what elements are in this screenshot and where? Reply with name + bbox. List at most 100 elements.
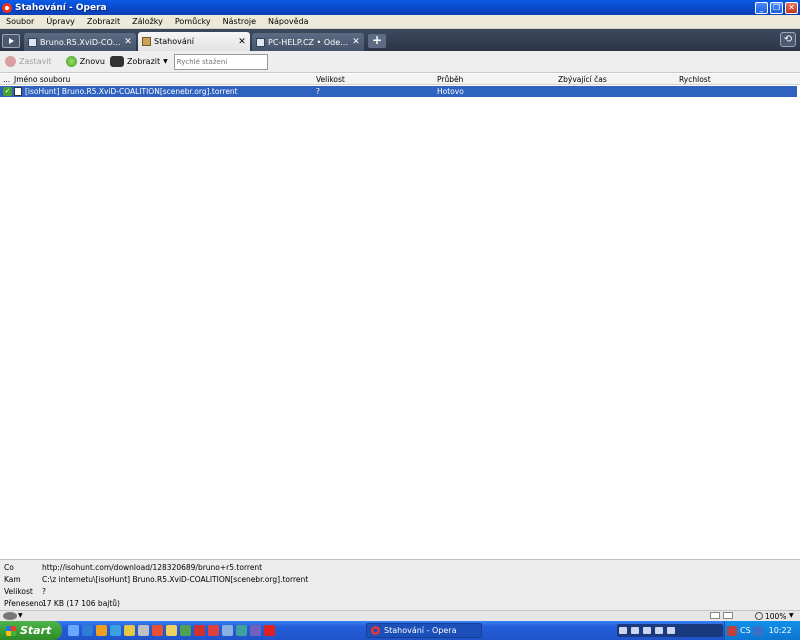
app-icon[interactable]	[222, 625, 233, 636]
explorer-icon[interactable]	[166, 625, 177, 636]
messenger-icon[interactable]	[110, 625, 121, 636]
table-header: ... Jméno souboru Velikost Průběh Zbývaj…	[0, 74, 800, 85]
menu-bar: Soubor Úpravy Zobrazit Záložky Pomůcky N…	[0, 15, 800, 29]
close-tab-icon[interactable]: ✕	[124, 37, 132, 47]
chevron-down-icon: ▼	[163, 58, 168, 65]
detail-source: Co http://isohunt.com/download/128320689…	[0, 562, 800, 574]
clock: 10:22	[768, 626, 792, 635]
detail-key: Kam	[4, 575, 21, 584]
menu-napoveda[interactable]: Nápověda	[262, 17, 315, 26]
download-file-name: [isoHunt] Bruno.R5.XviD-COALITION[sceneb…	[25, 87, 238, 96]
stop-button[interactable]: Zastavit	[5, 56, 52, 67]
ie-icon[interactable]	[82, 625, 93, 636]
taskbar-window-opera[interactable]: Stahování - Opera	[366, 623, 482, 638]
download-size: ?	[316, 87, 320, 96]
system-tray: CS 10:22	[724, 621, 800, 640]
menu-zalozky[interactable]: Záložky	[126, 17, 169, 26]
turbo-icon[interactable]	[3, 612, 17, 620]
column-speed[interactable]: Rychlost	[679, 75, 711, 84]
skype-icon[interactable]	[194, 625, 205, 636]
app-icon[interactable]	[138, 625, 149, 636]
view-label: Zobrazit	[126, 57, 161, 66]
panel-toggle-button[interactable]	[2, 34, 20, 48]
stop-media-icon[interactable]	[619, 627, 627, 634]
app-icon[interactable]	[208, 625, 219, 636]
status-bar: ▼ 100% ▼	[0, 610, 800, 621]
minimize-button[interactable]: _	[755, 1, 768, 14]
detail-size: Velikost ?	[0, 586, 800, 598]
stop-label: Zastavit	[19, 57, 52, 66]
downloads-icon	[142, 37, 151, 46]
start-button[interactable]: Start	[0, 621, 62, 640]
menu-pomucky[interactable]: Pomůcky	[169, 17, 217, 26]
column-remaining[interactable]: Zbývající čas	[558, 75, 607, 84]
menu-nastroje[interactable]: Nástroje	[217, 17, 262, 26]
tab-bruno[interactable]: Bruno.R5.XviD-COALITION... ✕	[24, 33, 136, 51]
detail-destination: Kam C:\z internetu\[isoHunt] Bruno.R5.Xv…	[0, 574, 800, 586]
column-size[interactable]: Velikost	[316, 75, 345, 84]
network-icon[interactable]	[752, 625, 763, 636]
detail-key: Přeneseno	[4, 599, 44, 608]
language-indicator[interactable]: CS	[740, 626, 751, 635]
detail-key: Velikost	[4, 587, 33, 596]
window-title: Stahování - Opera	[15, 2, 107, 13]
complete-check-icon: ✓	[3, 87, 12, 96]
column-name[interactable]: Jméno souboru	[14, 75, 70, 84]
detail-transferred: Přeneseno 17 KB (17 106 bajtů)	[0, 598, 800, 610]
menu-zobrazit[interactable]: Zobrazit	[81, 17, 126, 26]
show-images-icon[interactable]	[723, 612, 733, 619]
play-icon[interactable]	[643, 627, 651, 634]
page-icon	[256, 37, 265, 47]
stop-icon	[5, 56, 16, 67]
close-tab-icon[interactable]: ✕	[238, 37, 246, 47]
tab-pchelp[interactable]: PC-HELP.CZ • Odeslat o... ✕	[252, 33, 364, 51]
chevron-down-icon[interactable]: ▼	[789, 612, 794, 619]
column-options[interactable]: ...	[3, 75, 10, 84]
menu-upravy[interactable]: Úpravy	[40, 17, 81, 26]
fit-width-icon[interactable]	[710, 612, 720, 619]
show-desktop-icon[interactable]	[68, 625, 79, 636]
file-icon	[14, 87, 22, 96]
start-label: Start	[20, 624, 52, 637]
previous-icon[interactable]	[631, 627, 639, 634]
table-row[interactable]: ✓ [isoHunt] Bruno.R5.XviD-COALITION[scen…	[0, 86, 797, 97]
tab-downloads[interactable]: Stahování ✕	[138, 32, 250, 51]
app-icon[interactable]	[180, 625, 191, 636]
firefox-icon[interactable]	[96, 625, 107, 636]
detail-key: Co	[4, 563, 14, 572]
details-pane: Co http://isohunt.com/download/128320689…	[0, 559, 800, 610]
detail-value[interactable]: C:\z internetu\[isoHunt] Bruno.R5.XviD-C…	[42, 575, 308, 584]
folder-icon[interactable]	[124, 625, 135, 636]
opera-icon[interactable]	[264, 625, 275, 636]
media-player-bar	[617, 624, 723, 637]
media-icon[interactable]	[152, 625, 163, 636]
tab-bar: Bruno.R5.XviD-COALITION... ✕ Stahování ✕…	[0, 29, 800, 51]
app-icon[interactable]	[236, 625, 247, 636]
retry-button[interactable]: Znovu	[65, 56, 105, 67]
tab-label: PC-HELP.CZ • Odeslat o...	[268, 37, 352, 47]
windows-logo-icon	[6, 625, 16, 636]
page-icon	[28, 37, 37, 47]
detail-value: ?	[42, 587, 46, 596]
restore-button[interactable]: ❐	[770, 1, 783, 14]
detail-value[interactable]: http://isohunt.com/download/128320689/br…	[42, 563, 262, 572]
retry-label: Znovu	[79, 57, 105, 66]
view-button[interactable]: Zobrazit ▼	[109, 56, 168, 67]
quick-download-input[interactable]	[173, 53, 268, 70]
retry-icon	[65, 56, 77, 67]
next-icon[interactable]	[655, 627, 663, 634]
view-mode-icons	[710, 612, 750, 620]
close-tab-icon[interactable]: ✕	[352, 37, 360, 47]
closed-tabs-icon[interactable]: ⟲	[780, 32, 796, 47]
tray-app-icon[interactable]	[727, 625, 737, 636]
zoom-icon	[755, 612, 763, 620]
app-icon[interactable]	[250, 625, 261, 636]
new-tab-button[interactable]: +	[368, 34, 386, 48]
menu-soubor[interactable]: Soubor	[0, 17, 40, 26]
title-bar: Stahování - Opera _ ❐ ✕	[0, 0, 800, 15]
close-window-button[interactable]: ✕	[785, 1, 798, 14]
volume-icon[interactable]	[667, 627, 675, 634]
chevron-down-icon[interactable]: ▼	[18, 612, 23, 619]
column-progress[interactable]: Průběh	[437, 75, 463, 84]
zoom-level[interactable]: 100%	[765, 612, 786, 621]
